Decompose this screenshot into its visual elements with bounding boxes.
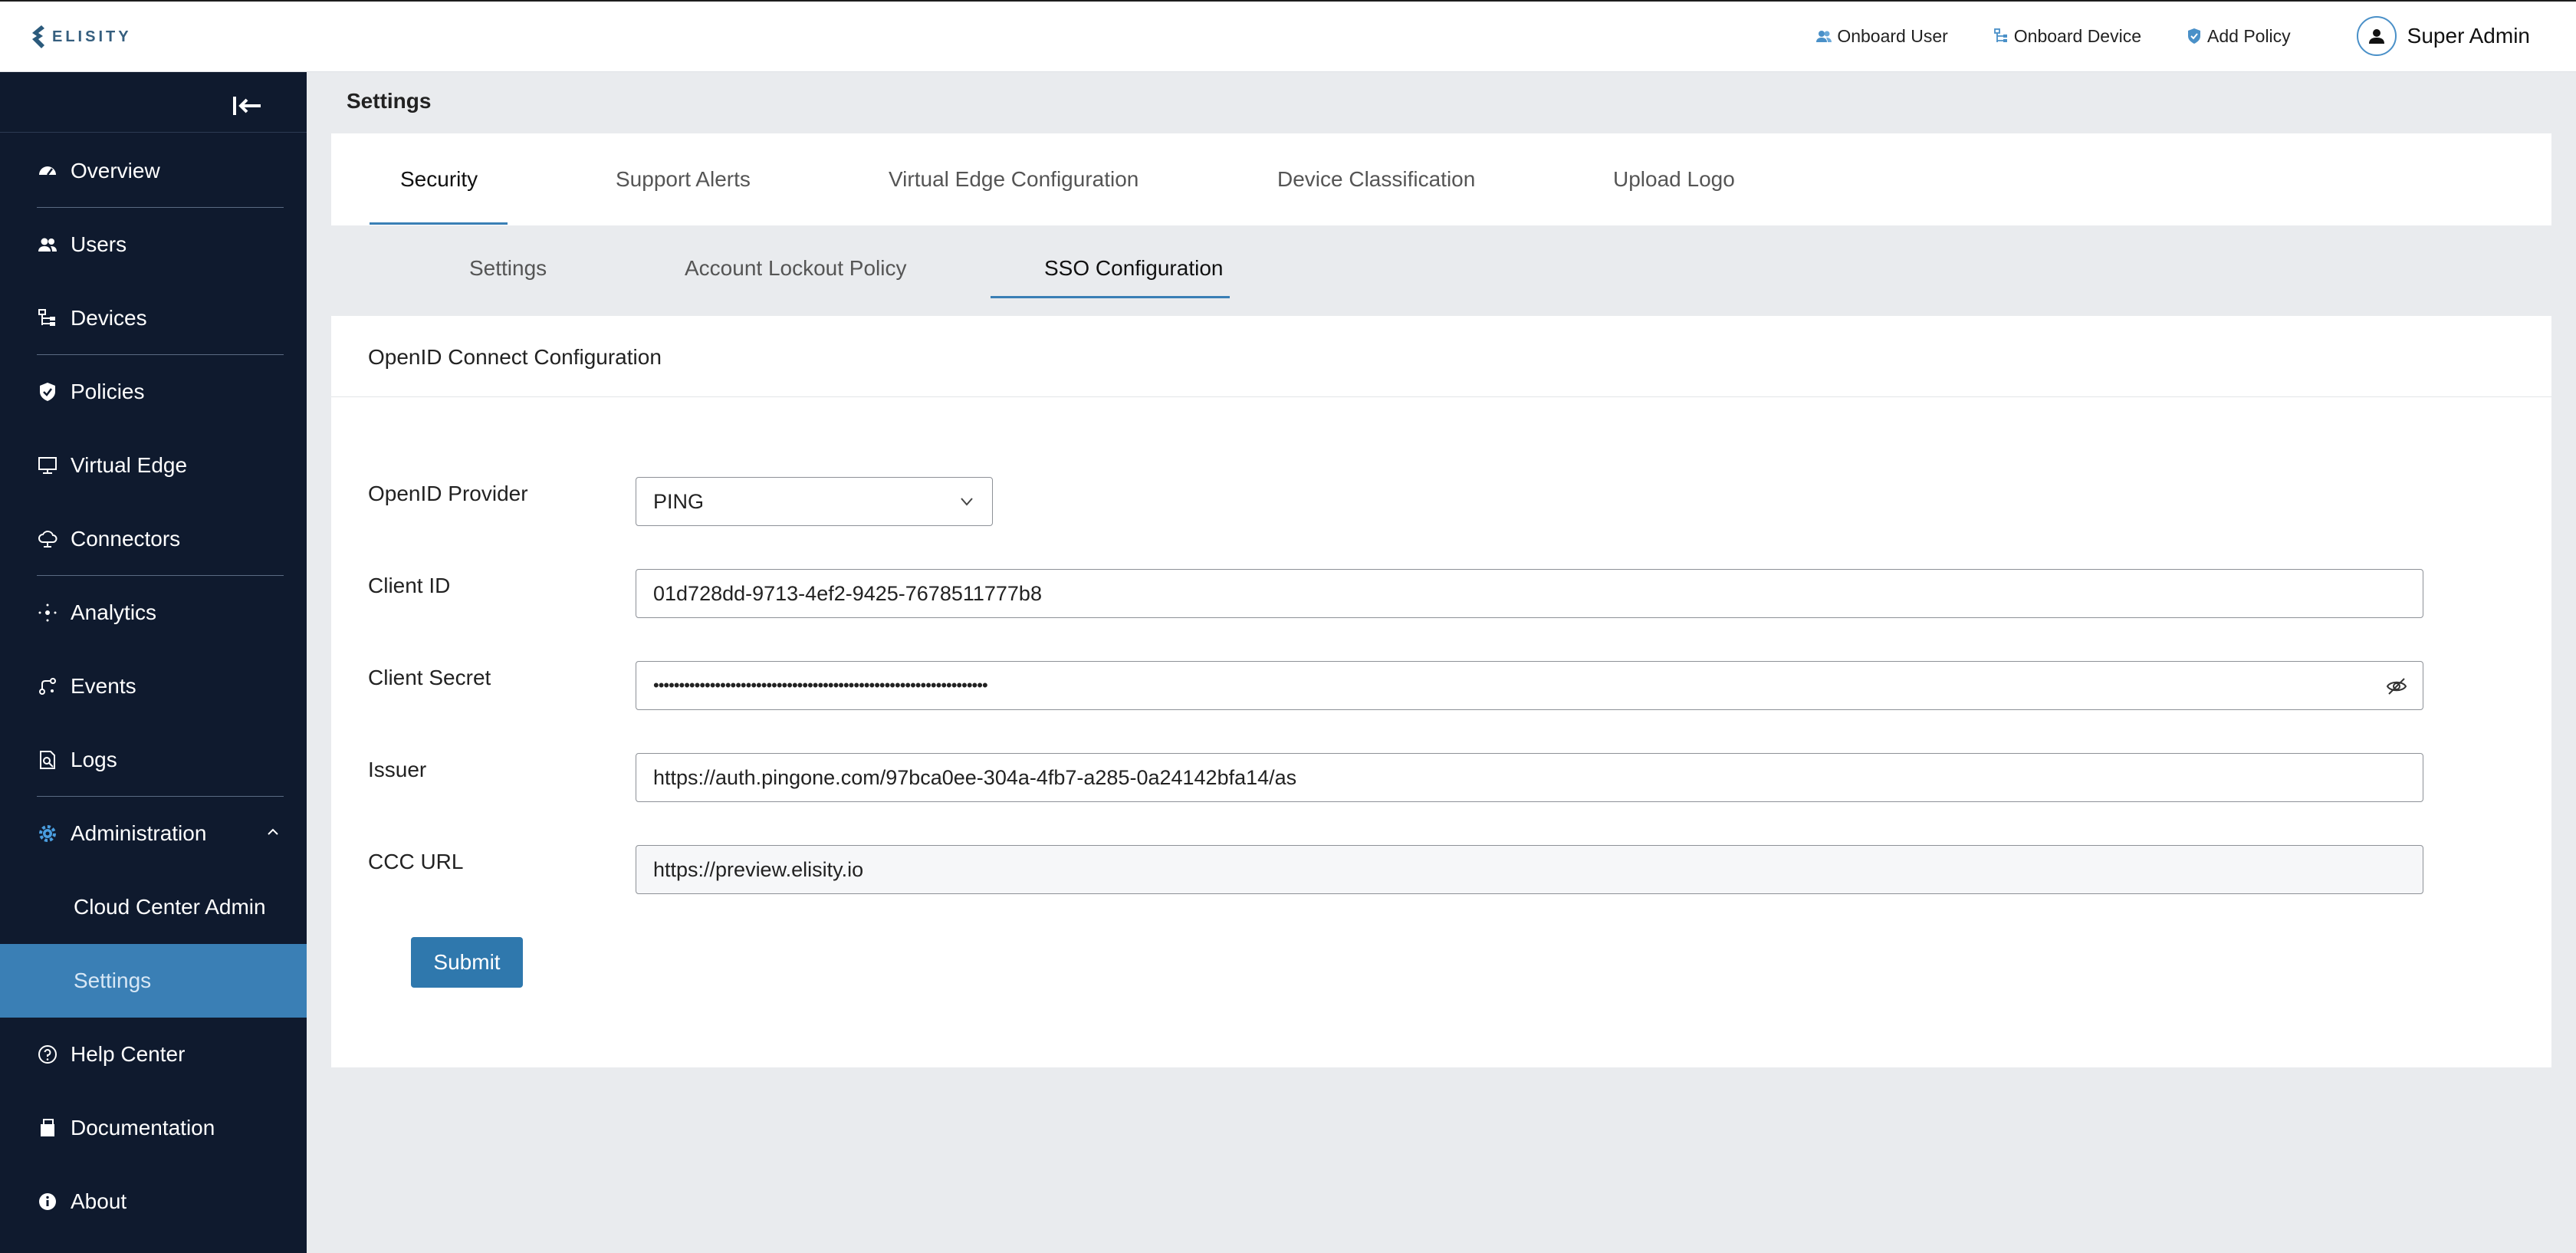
active-subtab-indicator [991,296,1230,298]
header-actions: Onboard User Onboard Device Add Policy S… [1815,2,2530,71]
sidebar-item-label: Analytics [71,600,157,624]
page-title: Settings [347,89,432,113]
sidebar-item-label: Administration [71,821,207,845]
active-tab-indicator [370,222,508,225]
client-secret-value: ••••••••••••••••••••••••••••••••••••••••… [653,676,988,695]
tab-virtual-edge-configuration[interactable]: Virtual Edge Configuration [889,133,1138,225]
collapse-sidebar-icon[interactable] [230,90,265,121]
tab-support-alerts[interactable]: Support Alerts [616,133,751,225]
openid-provider-label: OpenID Provider [368,482,528,505]
tab-device-classification[interactable]: Device Classification [1277,133,1475,225]
sidebar-item-users[interactable]: Users [0,208,307,281]
analytics-icon [37,602,58,623]
tab-upload-logo[interactable]: Upload Logo [1613,133,1735,225]
users-icon [37,234,58,255]
sso-config-card: OpenID Connect Configuration OpenID Prov… [331,316,2551,1067]
logs-icon [37,749,58,771]
ccc-url-input: https://preview.elisity.io [636,845,2423,894]
tab-security[interactable]: Security [400,133,478,225]
sidebar-nav: Overview Users Devices Policies Virtual … [0,134,307,1238]
top-header: ELISITY Onboard User Onboard Device Add … [0,0,2576,72]
cloud-icon [37,528,58,550]
add-policy-button[interactable]: Add Policy [2186,26,2291,47]
sidebar-item-events[interactable]: Events [0,650,307,723]
sidebar-item-connectors[interactable]: Connectors [0,502,307,576]
add-policy-label: Add Policy [2207,25,2291,46]
user-icon [2368,29,2384,44]
sidebar-item-administration[interactable]: Administration [0,797,307,870]
sidebar-item-help-center[interactable]: Help Center [0,1018,307,1091]
client-secret-input[interactable]: ••••••••••••••••••••••••••••••••••••••••… [636,661,2423,710]
settings-tabs: Security Support Alerts Virtual Edge Con… [331,133,2551,225]
sidebar-item-label: Virtual Edge [71,453,188,477]
gear-icon [37,823,58,844]
sidebar: Overview Users Devices Policies Virtual … [0,72,307,1253]
client-id-input[interactable]: 01d728dd-9713-4ef2-9425-7678511777b8 [636,569,2423,618]
sidebar-item-label: Help Center [71,1042,186,1066]
sidebar-divider [0,132,307,133]
subtab-account-lockout-policy[interactable]: Account Lockout Policy [685,225,907,311]
users-icon [1816,31,1832,42]
info-icon [37,1191,58,1212]
security-subtabs: Settings Account Lockout Policy SSO Conf… [331,225,2551,311]
sidebar-item-cloud-center-admin[interactable]: Cloud Center Admin [0,870,307,944]
issuer-input[interactable]: https://auth.pingone.com/97bca0ee-304a-4… [636,753,2423,802]
sidebar-item-label: Devices [71,306,147,330]
onboard-user-label: Onboard User [1837,25,1948,46]
logo-icon [32,25,44,48]
sidebar-item-settings[interactable]: Settings [0,944,307,1018]
logo[interactable]: ELISITY [29,21,132,52]
openid-provider-select[interactable]: PING [636,477,993,526]
sidebar-item-label: Logs [71,748,117,771]
submit-button[interactable]: Submit [411,937,523,988]
sidebar-item-label: Connectors [71,527,181,551]
client-id-label: Client ID [368,574,451,597]
devices-icon [37,307,58,329]
sidebar-item-about[interactable]: About [0,1165,307,1238]
sidebar-item-label: Users [71,232,127,256]
onboard-device-button[interactable]: Onboard Device [1993,26,2141,47]
openid-provider-value: PING [653,489,705,513]
monitor-icon [37,455,58,476]
sidebar-item-virtual-edge[interactable]: Virtual Edge [0,429,307,502]
sidebar-item-overview[interactable]: Overview [0,134,307,208]
client-secret-label: Client Secret [368,666,491,689]
sidebar-item-policies[interactable]: Policies [0,355,307,429]
sidebar-item-logs[interactable]: Logs [0,723,307,797]
shield-icon [2188,28,2200,44]
eye-off-icon[interactable] [2386,676,2407,697]
shield-icon [37,381,58,403]
document-icon [37,1117,58,1139]
card-header: OpenID Connect Configuration [331,316,2551,397]
main-content: Settings Security Support Alerts Virtual… [307,72,2576,1253]
user-avatar [2356,16,2397,56]
chevron-up-icon [268,828,278,835]
events-icon [37,676,58,697]
sidebar-item-devices[interactable]: Devices [0,281,307,355]
subtab-settings[interactable]: Settings [469,225,547,311]
speedometer-icon [37,160,58,182]
issuer-label: Issuer [368,758,427,781]
chevron-down-icon [961,498,973,506]
subtab-sso-configuration[interactable]: SSO Configuration [1044,225,1223,311]
help-icon [37,1044,58,1065]
sidebar-item-label: Events [71,674,136,698]
sidebar-item-label: Policies [71,380,145,403]
sidebar-item-analytics[interactable]: Analytics [0,576,307,650]
sidebar-item-label: About [71,1189,127,1213]
sidebar-item-label: Cloud Center Admin [74,895,266,919]
onboard-device-label: Onboard Device [2013,25,2141,46]
device-icon [1993,28,2007,42]
sidebar-item-documentation[interactable]: Documentation [0,1091,307,1165]
user-menu[interactable]: Super Admin [2356,16,2530,56]
onboard-user-button[interactable]: Onboard User [1815,25,1948,47]
sidebar-item-label: Settings [74,969,152,992]
logo-text: ELISITY [52,28,132,45]
sidebar-item-label: Documentation [71,1116,215,1140]
sidebar-item-label: Overview [71,159,160,183]
ccc-url-label: CCC URL [368,850,464,873]
card-title: OpenID Connect Configuration [368,345,662,369]
user-name: Super Admin [2407,24,2530,48]
